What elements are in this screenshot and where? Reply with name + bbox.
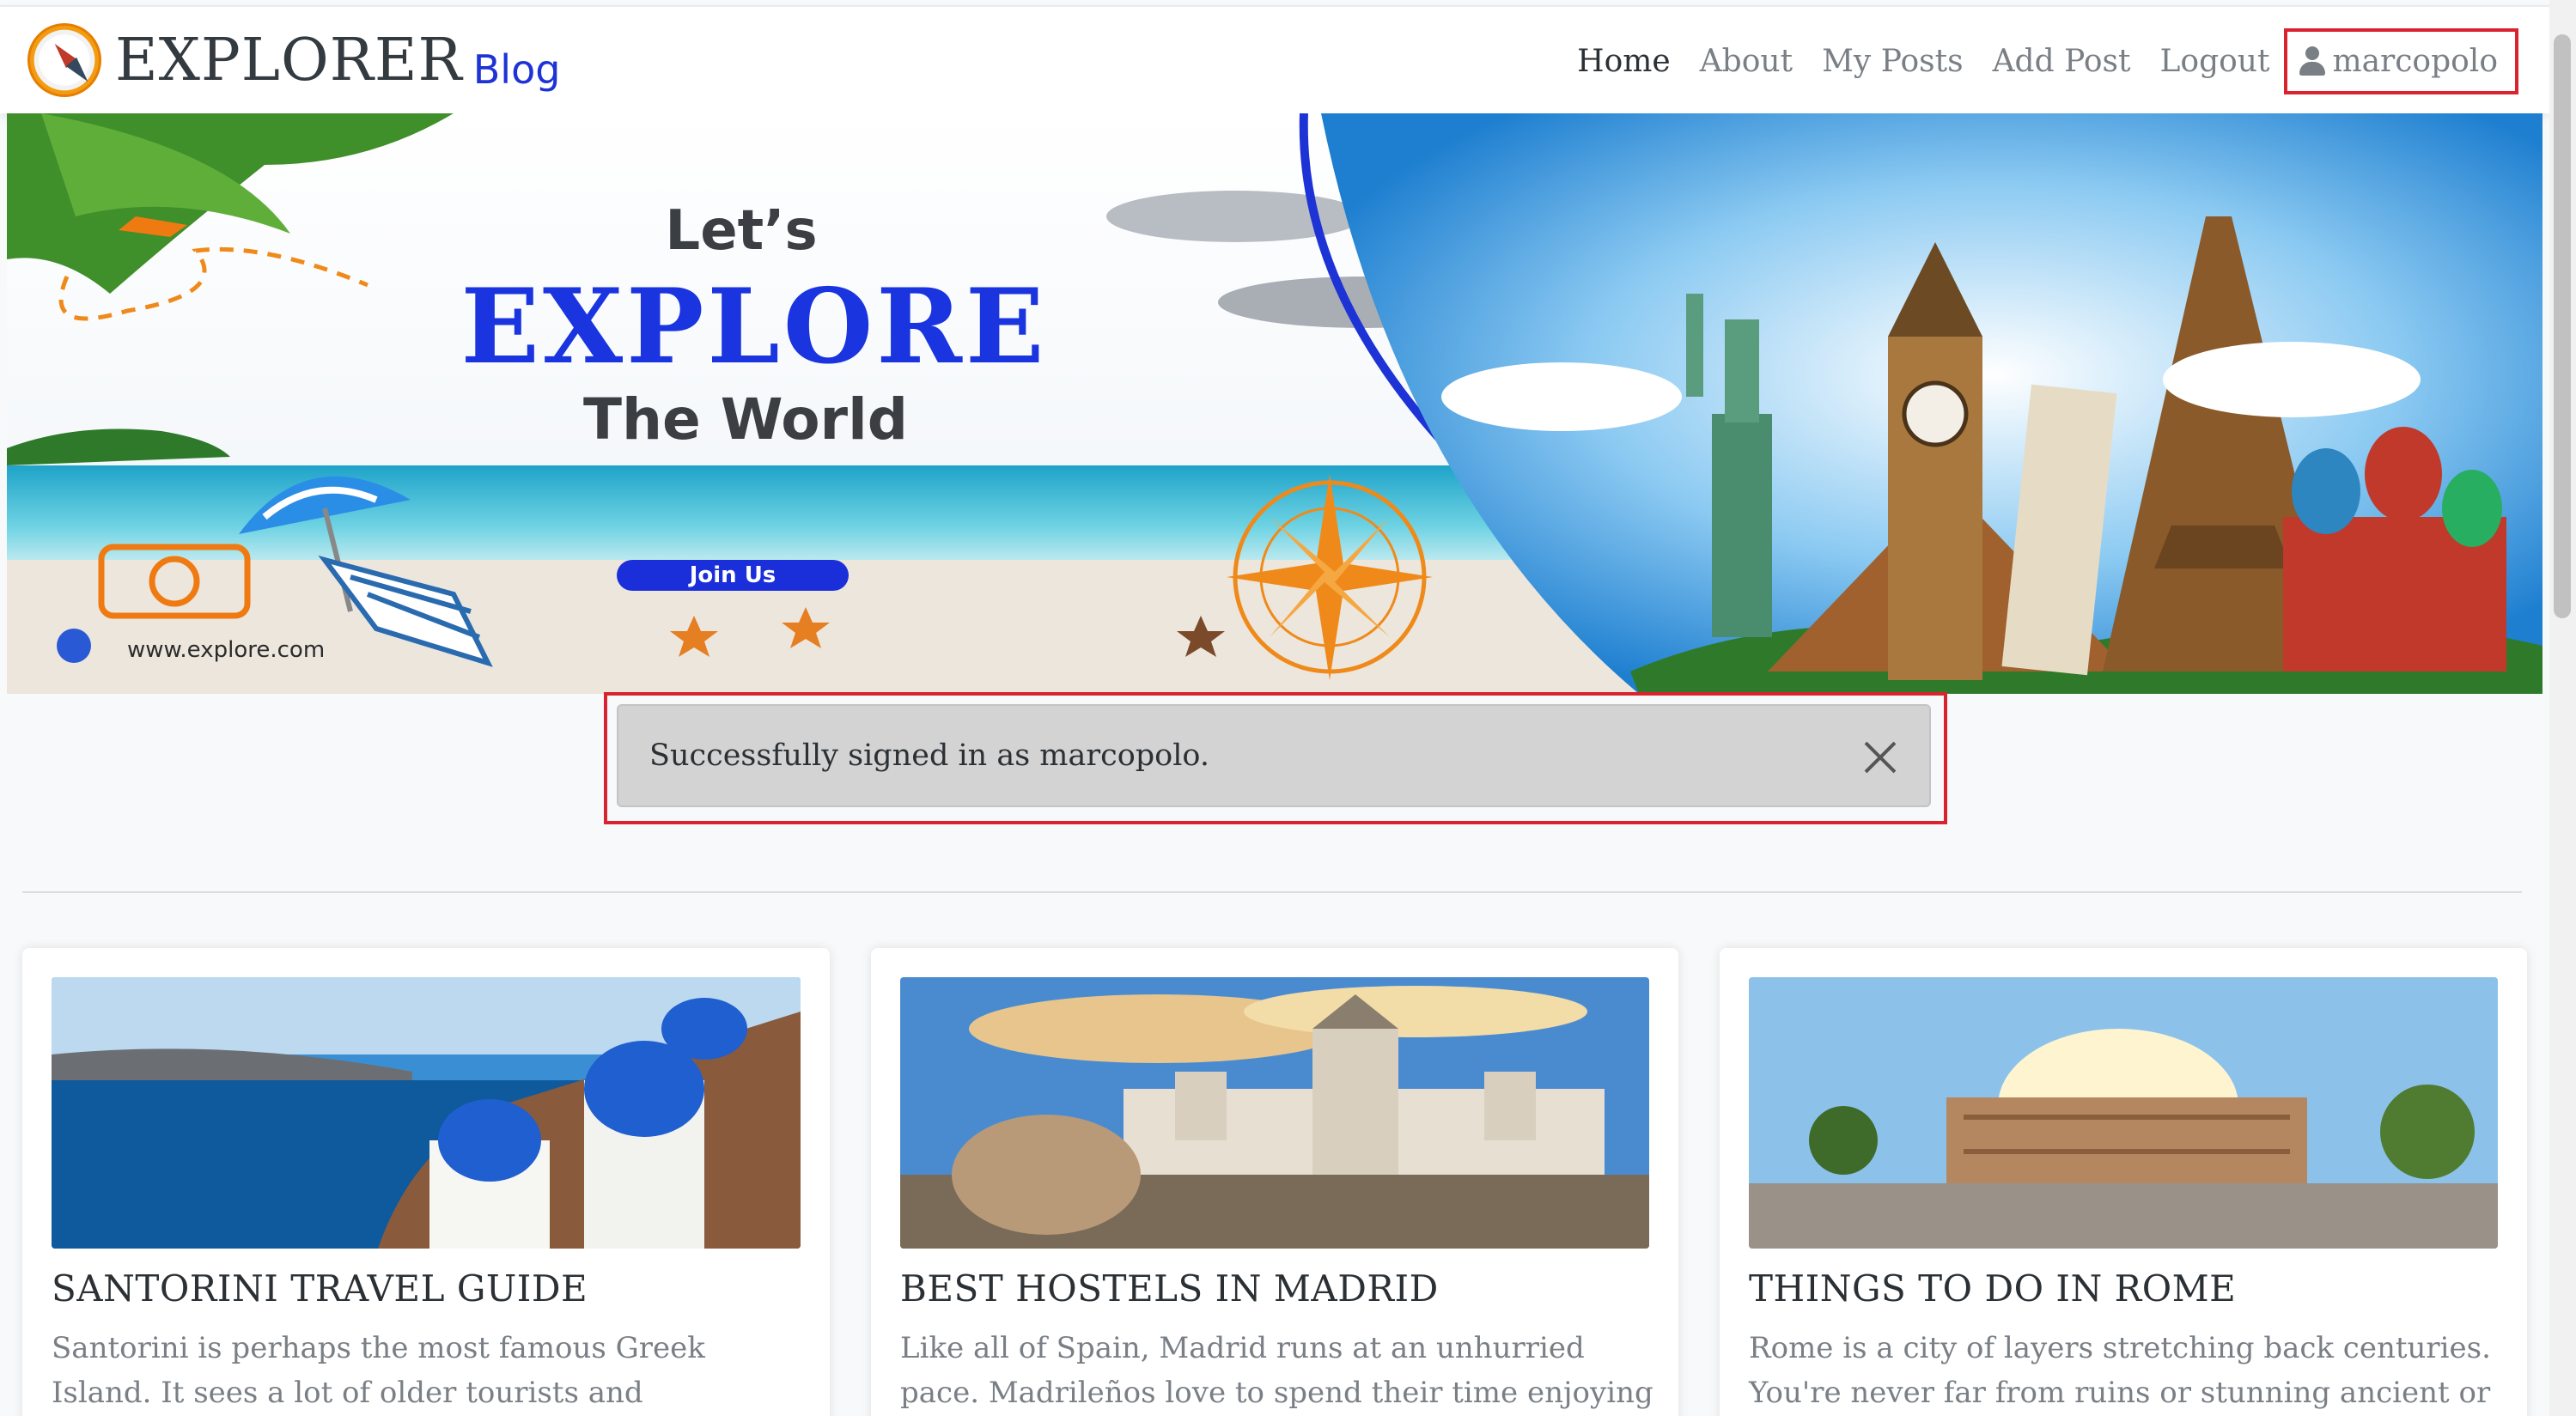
hero-heading-lets: Let’s [665,199,818,263]
nav-home-link[interactable]: Home [1562,44,1685,79]
user-icon [2299,46,2326,76]
post-excerpt: Rome is a city of layers stretching back… [1749,1331,2491,1410]
scrollbar-thumb[interactable] [2554,34,2571,618]
brand-subtitle: Blog [472,46,561,93]
username-label: marcopolo [2332,43,2498,79]
close-icon[interactable] [1862,738,1898,775]
post-title[interactable]: BEST HOSTELS IN MADRID [900,1267,1439,1310]
navbar: EXPLORER Blog Home About My Posts Add Po… [0,5,2549,113]
post-card[interactable]: BEST HOSTELS IN MADRID Like all of Spain… [871,948,1678,1416]
madrid-image[interactable] [900,977,1649,1249]
section-divider [22,891,2522,893]
post-title[interactable]: THINGS TO DO IN ROME [1749,1267,2236,1310]
signin-alert: Successfully signed in as marcopolo. [617,704,1931,807]
user-profile-link[interactable]: marcopolo [2284,27,2518,94]
alert-message: Successfully signed in as marcopolo. [649,738,1210,773]
page-scrollbar[interactable] [2549,0,2576,1416]
nav-links: Home About My Posts Add Post Logout marc… [1562,22,2518,100]
rome-image[interactable] [1749,977,2498,1249]
santorini-image[interactable] [52,977,801,1249]
post-card[interactable]: THINGS TO DO IN ROME Rome is a city of l… [1720,948,2527,1416]
nav-about-link[interactable]: About [1685,44,1807,79]
post-excerpt: Like all of Spain, Madrid runs at an unh… [900,1331,1653,1410]
brand[interactable]: EXPLORER Blog [27,19,560,101]
join-us-button[interactable]: Join Us [617,560,849,591]
nav-my-posts-link[interactable]: My Posts [1807,44,1978,79]
post-title[interactable]: SANTORINI TRAVEL GUIDE [52,1267,588,1310]
hero-website-url: www.explore.com [127,637,326,663]
brand-name: EXPLORER [115,26,463,94]
nav-add-post-link[interactable]: Add Post [1978,44,2146,79]
compass-icon [27,23,101,97]
nav-logout-link[interactable]: Logout [2145,44,2284,79]
hero-heading-explore: EXPLORE [460,266,1048,387]
hero-illustration [7,113,2543,694]
post-card[interactable]: SANTORINI TRAVEL GUIDE Santorini is perh… [22,948,830,1416]
hero-banner: Let’s EXPLORE The World Join Us www.expl… [7,113,2543,694]
post-excerpt: Santorini is perhaps the most famous Gre… [52,1331,705,1410]
hero-heading-world: The World [583,386,908,453]
